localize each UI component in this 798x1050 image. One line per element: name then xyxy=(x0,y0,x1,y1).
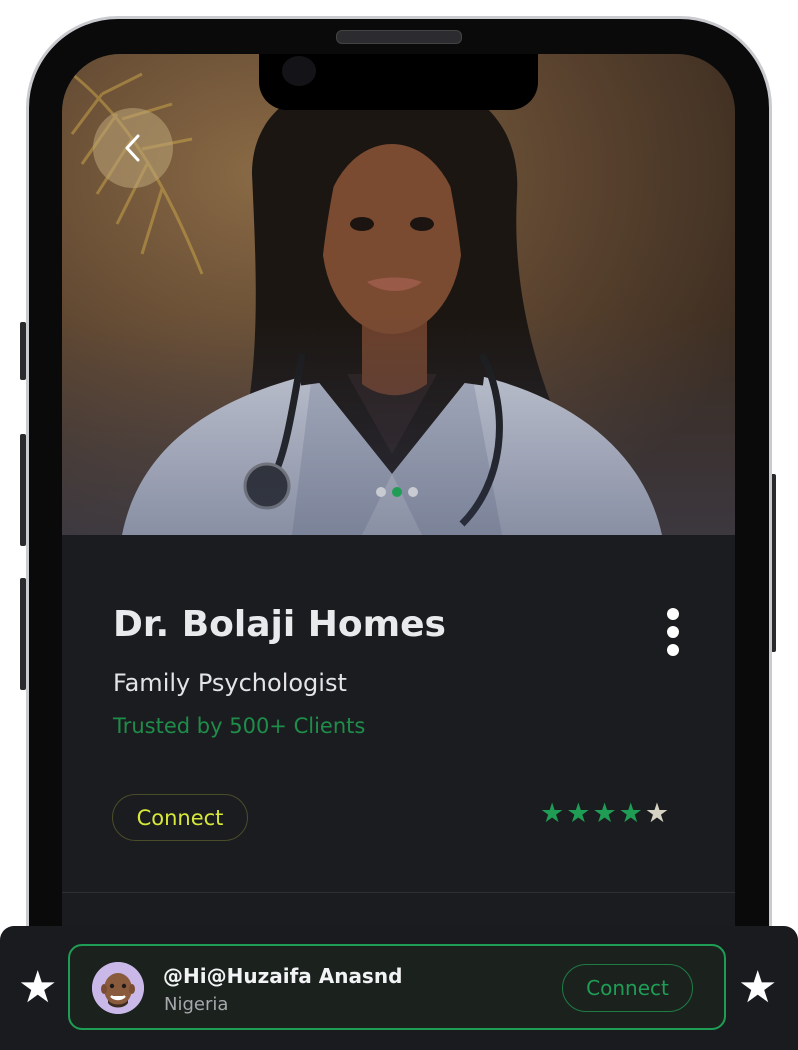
phone-screen xyxy=(62,54,735,1050)
front-camera xyxy=(282,56,316,86)
chevron-left-icon xyxy=(125,134,140,162)
carousel-dot[interactable] xyxy=(408,487,418,497)
trust-line: Trusted by 500+ Clients xyxy=(113,714,366,738)
more-options-button[interactable] xyxy=(662,608,684,656)
star-filled-icon: ★ xyxy=(618,798,643,829)
doctor-title: Family Psychologist xyxy=(113,669,347,697)
back-button[interactable] xyxy=(93,108,173,188)
memoji-avatar-icon xyxy=(92,962,144,1014)
user-connect-button[interactable]: Connect xyxy=(562,964,693,1012)
more-vertical-icon-dot xyxy=(667,644,679,656)
carousel-indicator xyxy=(376,487,418,497)
photo-gradient-overlay xyxy=(62,315,735,535)
connect-button[interactable]: Connect xyxy=(112,794,248,841)
earpiece-speaker xyxy=(336,30,462,44)
star-icon[interactable]: ★ xyxy=(18,964,57,1012)
avatar xyxy=(92,962,144,1014)
carousel-dot[interactable] xyxy=(376,487,386,497)
divider xyxy=(62,892,735,893)
star-filled-icon: ★ xyxy=(540,798,565,829)
doctor-name: Dr. Bolaji Homes xyxy=(113,604,446,645)
more-vertical-icon-dot xyxy=(667,626,679,638)
more-vertical-icon-dot xyxy=(667,608,679,620)
rating-stars: ★ ★ ★ ★ ★ xyxy=(540,798,669,830)
carousel-dot[interactable] xyxy=(392,487,402,497)
star-filled-icon: ★ xyxy=(592,798,617,829)
user-handle: @Hi@Huzaifa Anasnd xyxy=(163,964,403,988)
star-empty-icon: ★ xyxy=(644,798,670,829)
user-country: Nigeria xyxy=(164,994,229,1015)
star-icon[interactable]: ★ xyxy=(738,964,777,1012)
star-filled-icon: ★ xyxy=(566,798,591,829)
